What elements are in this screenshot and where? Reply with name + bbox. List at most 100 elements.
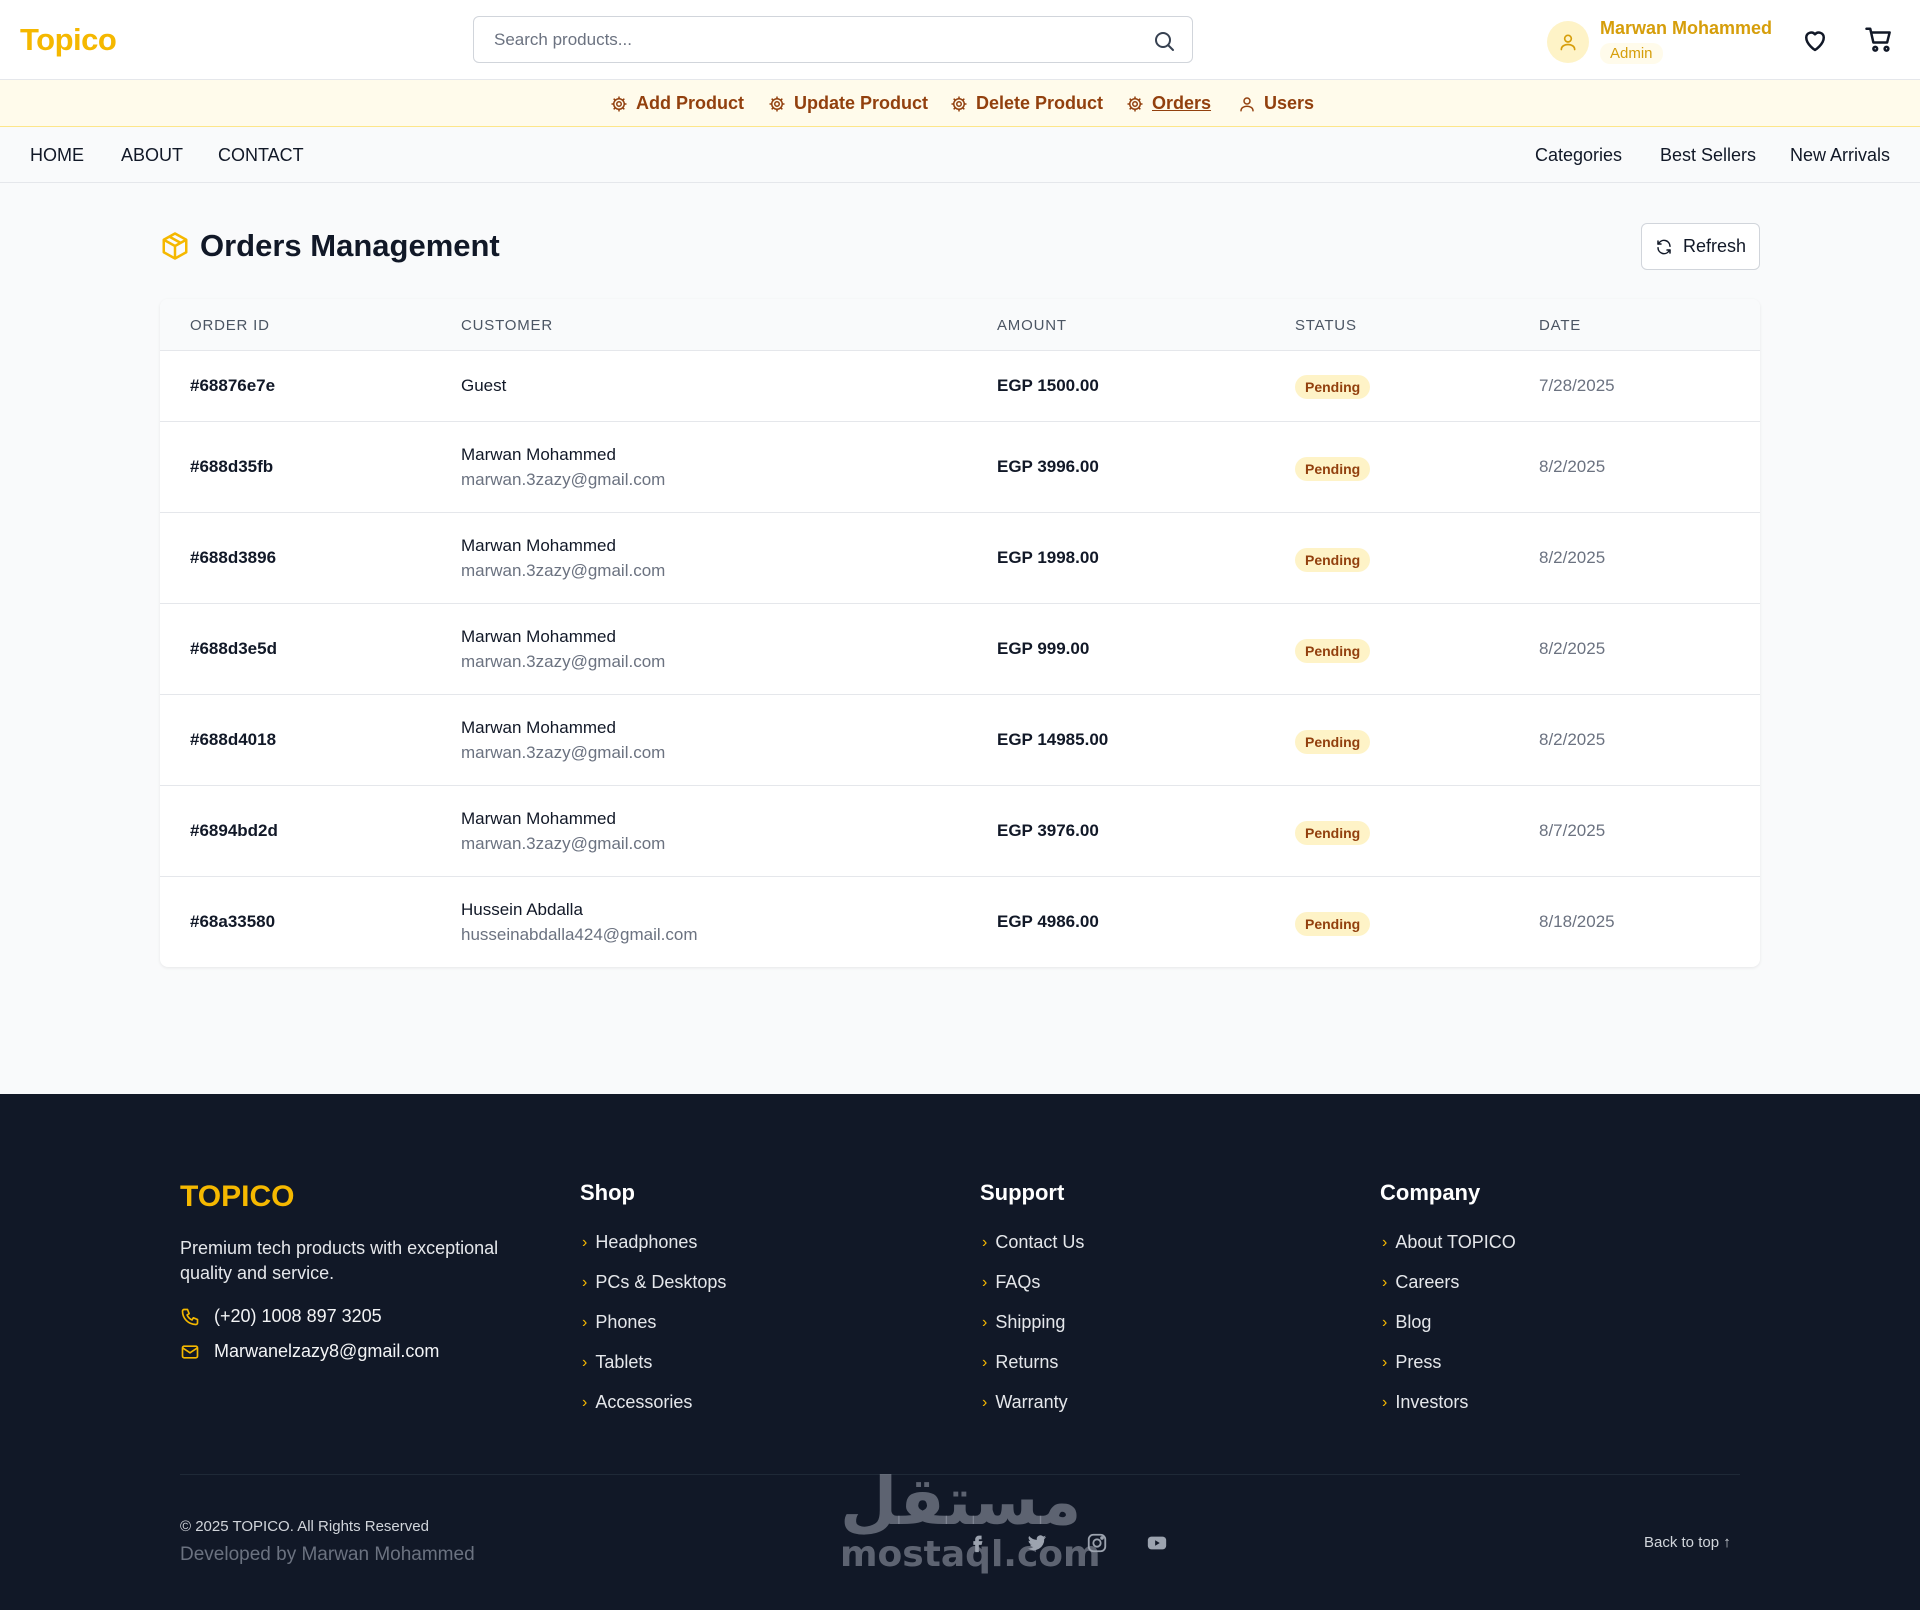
order-id: #688d3e5d: [190, 639, 277, 658]
refresh-button[interactable]: Refresh: [1641, 223, 1760, 270]
table-row[interactable]: #688d3896 Marwan Mohammed marwan.3zazy@g…: [160, 513, 1760, 604]
order-amount: EGP 3996.00: [997, 457, 1099, 476]
customer-email: husseinabdalla424@gmail.com: [461, 925, 698, 944]
table-row[interactable]: #6894bd2d Marwan Mohammed marwan.3zazy@g…: [160, 786, 1760, 877]
footer-link[interactable]: › FAQs: [982, 1272, 1040, 1293]
chevron-right-icon: ›: [1382, 1393, 1388, 1411]
footer-email[interactable]: Marwanelzazy8@gmail.com: [180, 1341, 439, 1362]
admin-nav-delete-product[interactable]: Delete Product: [950, 93, 1103, 114]
mostaql-watermark: مستقل mostaql.com: [840, 1466, 1101, 1573]
footer-link[interactable]: › Investors: [1382, 1392, 1468, 1413]
footer-link-label: Shipping: [995, 1312, 1066, 1332]
order-date: 8/2/2025: [1539, 730, 1606, 749]
user-icon: [1560, 34, 1576, 51]
table-row[interactable]: #688d4018 Marwan Mohammed marwan.3zazy@g…: [160, 695, 1760, 786]
footer-link-label: Returns: [995, 1352, 1059, 1372]
footer: TOPICO Premium tech products with except…: [0, 1094, 1920, 1610]
footer-link[interactable]: › Careers: [1382, 1272, 1459, 1293]
admin-nav-label: Delete Product: [976, 93, 1104, 113]
order-date: 8/2/2025: [1539, 548, 1606, 567]
developer-credit: Developed by Marwan Mohammed: [180, 1544, 475, 1565]
chevron-right-icon: ›: [1382, 1233, 1388, 1251]
table-header: ORDER ID CUSTOMER AMOUNT STATUS DATE: [160, 299, 1760, 351]
order-amount: EGP 4986.00: [997, 912, 1099, 931]
chevron-right-icon: ›: [1382, 1313, 1388, 1331]
footer-link[interactable]: › Warranty: [982, 1392, 1068, 1413]
footer-link-label: About TOPICO: [1395, 1232, 1516, 1252]
nav-about[interactable]: ABOUT: [121, 145, 183, 166]
customer-name: Marwan Mohammed: [461, 809, 616, 828]
column-header-date: DATE: [1539, 317, 1582, 334]
chevron-right-icon: ›: [582, 1393, 588, 1411]
customer-name: Hussein Abdalla: [461, 900, 583, 919]
chevron-right-icon: ›: [1382, 1273, 1388, 1291]
footer-link[interactable]: › Accessories: [582, 1392, 692, 1413]
footer-email-text: Marwanelzazy8@gmail.com: [214, 1341, 440, 1361]
footer-link[interactable]: › Contact Us: [982, 1232, 1084, 1253]
logo[interactable]: Topico: [20, 22, 117, 58]
footer-phone[interactable]: (+20) 1008 897 3205: [180, 1306, 382, 1327]
facebook-icon[interactable]: [966, 1532, 988, 1554]
table-row[interactable]: #688d35fb Marwan Mohammed marwan.3zazy@g…: [160, 422, 1760, 513]
order-date: 8/18/2025: [1539, 912, 1615, 931]
admin-nav-orders[interactable]: Orders: [1126, 93, 1211, 114]
order-id: #6894bd2d: [190, 821, 278, 840]
order-date: 8/2/2025: [1539, 639, 1606, 658]
nav-categories[interactable]: Categories: [1535, 145, 1622, 166]
chevron-right-icon: ›: [982, 1233, 988, 1251]
footer-link[interactable]: › Phones: [582, 1312, 656, 1333]
column-header-customer: CUSTOMER: [461, 317, 553, 334]
search-input[interactable]: [494, 27, 1114, 53]
footer-link[interactable]: › Press: [1382, 1352, 1441, 1373]
user-role-badge: Admin: [1600, 43, 1663, 64]
table-row[interactable]: #68a33580 Hussein Abdalla husseinabdalla…: [160, 877, 1760, 967]
footer-divider: [180, 1474, 1740, 1475]
order-amount: EGP 14985.00: [997, 730, 1109, 749]
footer-link[interactable]: › Returns: [982, 1352, 1058, 1373]
customer-name: Marwan Mohammed: [461, 445, 616, 464]
table-row[interactable]: #688d3e5d Marwan Mohammed marwan.3zazy@g…: [160, 604, 1760, 695]
footer-link[interactable]: › Shipping: [982, 1312, 1065, 1333]
order-id: #688d35fb: [190, 457, 274, 476]
admin-nav-label: Add Product: [636, 93, 744, 113]
nav-new-arrivals[interactable]: New Arrivals: [1790, 145, 1890, 166]
nav-home[interactable]: HOME: [30, 145, 84, 166]
top-header: Topico Marwan Mohammed Admin: [0, 0, 1920, 80]
footer-link[interactable]: › Tablets: [582, 1352, 652, 1373]
chevron-right-icon: ›: [982, 1273, 988, 1291]
cart-icon[interactable]: [1864, 25, 1894, 55]
status-badge: Pending: [1295, 912, 1371, 936]
footer-link-label: Phones: [595, 1312, 657, 1332]
youtube-icon[interactable]: [1146, 1532, 1168, 1554]
customer-name: Guest: [461, 376, 507, 395]
instagram-icon[interactable]: [1086, 1532, 1108, 1554]
order-amount: EGP 999.00: [997, 639, 1090, 658]
chevron-right-icon: ›: [582, 1313, 588, 1331]
admin-nav-add-product[interactable]: Add Product: [610, 93, 744, 114]
search-bar: [473, 16, 1193, 63]
footer-link[interactable]: › About TOPICO: [1382, 1232, 1516, 1253]
footer-link-label: Accessories: [595, 1392, 693, 1412]
order-id: #68a33580: [190, 912, 276, 931]
admin-nav-users[interactable]: Users: [1238, 93, 1314, 114]
avatar[interactable]: [1547, 21, 1589, 63]
back-to-top-link[interactable]: Back to top ↑: [1644, 1534, 1731, 1551]
chevron-right-icon: ›: [982, 1313, 988, 1331]
status-badge: Pending: [1295, 730, 1371, 754]
order-id: #688d3896: [190, 548, 277, 567]
footer-link-label: Press: [1395, 1352, 1442, 1372]
nav-best-sellers[interactable]: Best Sellers: [1660, 145, 1756, 166]
footer-link[interactable]: › Headphones: [582, 1232, 697, 1253]
customer-email: marwan.3zazy@gmail.com: [461, 834, 666, 853]
footer-link[interactable]: › PCs & Desktops: [582, 1272, 726, 1293]
admin-nav-update-product[interactable]: Update Product: [768, 93, 928, 114]
footer-phone-text: (+20) 1008 897 3205: [214, 1306, 382, 1326]
chevron-right-icon: ›: [982, 1353, 988, 1371]
user-icon: [1240, 96, 1254, 111]
search-icon[interactable]: [1152, 29, 1176, 53]
nav-contact[interactable]: CONTACT: [218, 145, 304, 166]
table-row[interactable]: #68876e7e Guest EGP 1500.00 Pending 7/28…: [160, 351, 1760, 422]
footer-link[interactable]: › Blog: [1382, 1312, 1431, 1333]
heart-icon[interactable]: [1800, 25, 1830, 55]
twitter-icon[interactable]: [1026, 1532, 1048, 1554]
